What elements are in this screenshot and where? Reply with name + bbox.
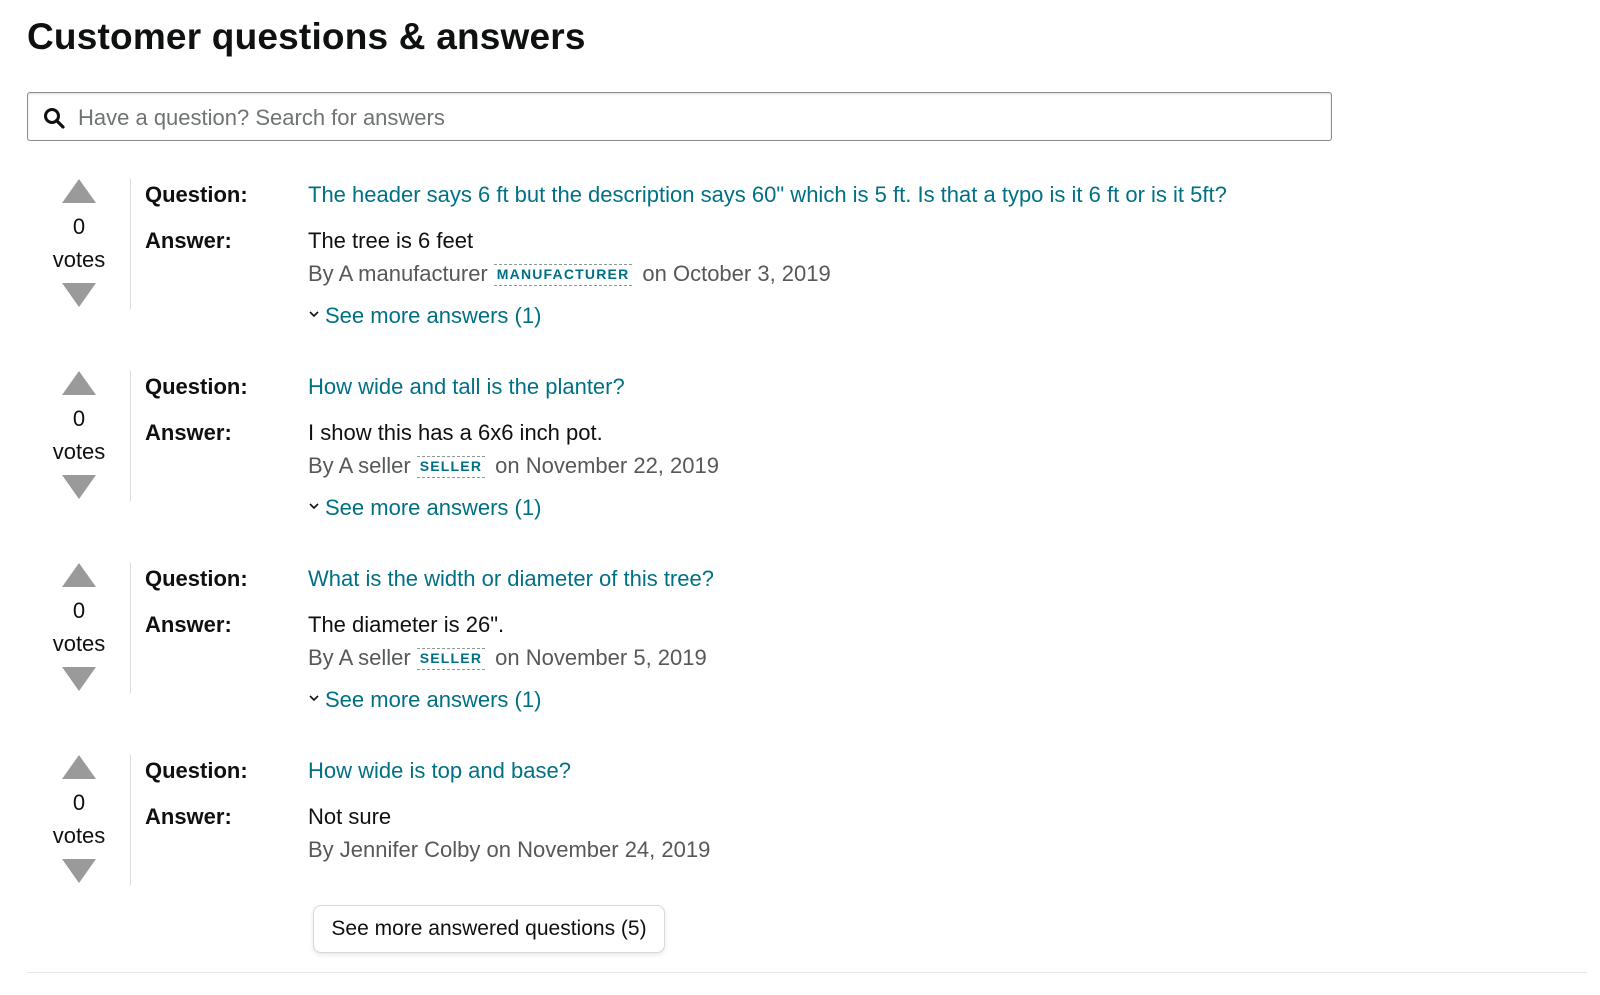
chevron-down-icon (309, 695, 319, 702)
answer-label: Answer: (145, 612, 232, 637)
chevron-down-icon (309, 503, 319, 510)
see-more-answers-link[interactable]: See more answers (1) (308, 303, 541, 329)
answer-byline: By A seller SELLER on November 22, 2019 (308, 453, 719, 479)
seller-badge[interactable]: SELLER (416, 456, 486, 478)
question-link[interactable]: What is the width or diameter of this tr… (308, 566, 714, 592)
answer-date: on November 22, 2019 (495, 453, 719, 478)
answer-label: Answer: (145, 228, 232, 253)
question-link[interactable]: The header says 6 ft but the description… (308, 182, 1227, 208)
page-title: Customer questions & answers (27, 16, 586, 57)
divider (27, 972, 1587, 973)
upvote-arrow-icon[interactable] (62, 563, 96, 587)
vote-divider (130, 563, 131, 693)
see-more-answers-link[interactable]: See more answers (1) (308, 495, 541, 521)
question-label: Question: (145, 182, 248, 207)
seller-badge[interactable]: SELLER (416, 648, 486, 670)
see-more-answers-link[interactable]: See more answers (1) (308, 687, 541, 713)
vote-count: 0 (72, 790, 86, 815)
search-input[interactable] (76, 99, 1320, 136)
vote-count: 0 (72, 598, 86, 623)
question-label: Question: (145, 566, 248, 591)
question-label: Question: (145, 758, 248, 783)
upvote-arrow-icon[interactable] (62, 179, 96, 203)
downvote-arrow-icon[interactable] (62, 475, 96, 499)
question-label: Question: (145, 374, 248, 399)
vote-label: votes (52, 823, 106, 848)
upvote-arrow-icon[interactable] (62, 755, 96, 779)
vote-divider (130, 755, 131, 885)
answer-label: Answer: (145, 420, 232, 445)
vote-count: 0 (72, 214, 86, 239)
vote-label: votes (52, 439, 106, 464)
vote-label: votes (52, 247, 106, 272)
answer-byline: By A manufacturer MANUFACTURER on October … (308, 261, 831, 287)
see-more-answers-label: See more answers (1) (325, 687, 542, 712)
qa-item: 0 votes Question: The header says 6 ft b… (0, 177, 1600, 369)
downvote-arrow-icon[interactable] (62, 859, 96, 883)
search-icon (44, 108, 65, 129)
qa-item: 0 votes Question: How wide and tall is t… (0, 369, 1600, 561)
downvote-arrow-icon[interactable] (62, 667, 96, 691)
answer-text: The diameter is 26". (308, 612, 505, 637)
answer-text: Not sure (308, 804, 392, 829)
qa-item: 0 votes Question: What is the width or d… (0, 561, 1600, 753)
answer-byline: By A seller SELLER on November 5, 2019 (308, 645, 707, 671)
see-more-answers-label: See more answers (1) (325, 303, 542, 328)
vote-count: 0 (72, 406, 86, 431)
answer-text: The tree is 6 feet (308, 228, 474, 253)
see-more-questions-button[interactable]: See more answered questions (5) (313, 905, 665, 953)
answer-author: By A manufacturer (308, 261, 488, 286)
answer-author: By A seller (308, 645, 411, 670)
qa-item: 0 votes Question: How wide is top and ba… (0, 753, 1600, 945)
answer-date: on October 3, 2019 (642, 261, 831, 286)
question-link[interactable]: How wide is top and base? (308, 758, 571, 784)
downvote-arrow-icon[interactable] (62, 283, 96, 307)
vote-divider (130, 179, 131, 309)
search-box[interactable] (27, 92, 1332, 141)
manufacturer-badge[interactable]: MANUFACTURER (493, 264, 633, 286)
answer-text: I show this has a 6x6 inch pot. (308, 420, 603, 445)
see-more-answers-label: See more answers (1) (325, 495, 542, 520)
upvote-arrow-icon[interactable] (62, 371, 96, 395)
vote-divider (130, 371, 131, 501)
answer-date: on November 5, 2019 (495, 645, 707, 670)
question-link[interactable]: How wide and tall is the planter? (308, 374, 625, 400)
answer-byline: By Jennifer Colby on November 24, 2019 (308, 837, 711, 862)
vote-label: votes (52, 631, 106, 656)
chevron-down-icon (309, 311, 319, 318)
answer-label: Answer: (145, 804, 232, 829)
answer-author: By A seller (308, 453, 411, 478)
